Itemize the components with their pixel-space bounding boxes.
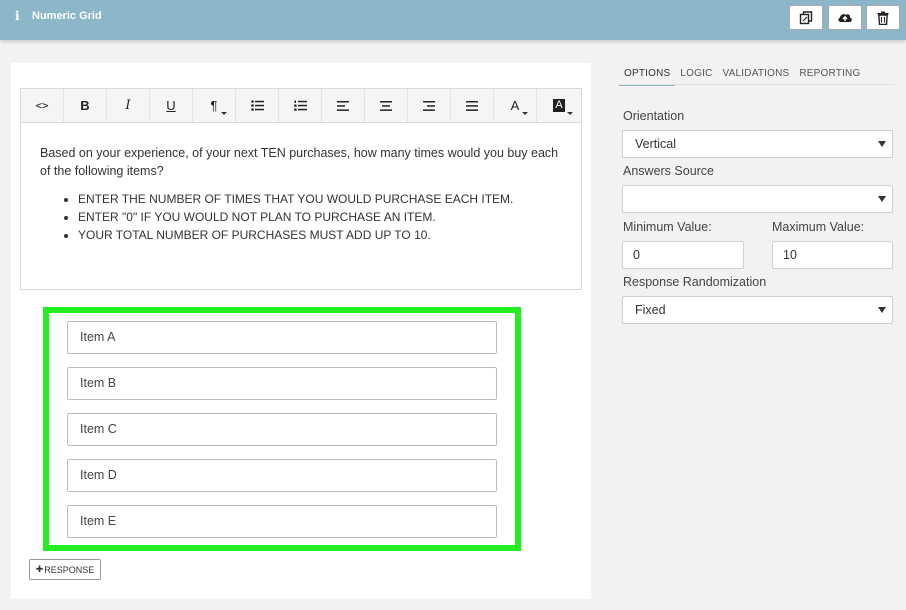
align-justify-icon xyxy=(466,100,478,111)
question-editor-panel: <> B I U ¶ A A Based on your experience,… xyxy=(11,63,591,599)
chevron-down-icon xyxy=(567,112,573,115)
italic-button[interactable]: I xyxy=(107,89,150,122)
background-color-button[interactable]: A xyxy=(537,89,581,122)
instruction-item: ENTER "0" IF YOU WOULD NOT PLAN TO PURCH… xyxy=(78,208,563,226)
align-center-icon xyxy=(380,100,392,111)
add-response-button[interactable]: ✚ RESPONSE xyxy=(29,559,101,580)
chevron-down-icon xyxy=(221,112,227,115)
response-item-e[interactable]: Item E xyxy=(67,505,497,538)
tab-logic[interactable]: LOGIC xyxy=(675,66,717,86)
numbered-list-icon xyxy=(293,100,307,111)
align-center-button[interactable] xyxy=(365,89,408,122)
top-bar: i Numeric Grid xyxy=(0,0,906,40)
minimum-value-input[interactable]: 0 xyxy=(622,241,744,269)
response-randomization-value: Fixed xyxy=(635,303,666,317)
answers-source-select[interactable] xyxy=(622,185,893,213)
font-color-icon: A xyxy=(510,98,520,113)
bullet-list-icon xyxy=(250,100,264,111)
question-text-editor[interactable]: Based on your experience, of your next T… xyxy=(20,122,582,290)
copy-icon xyxy=(799,10,813,24)
response-item-b[interactable]: Item B xyxy=(67,367,497,400)
answers-source-label: Answers Source xyxy=(623,164,715,178)
bold-button[interactable]: B xyxy=(64,89,107,122)
bold-icon: B xyxy=(80,98,90,113)
trash-icon xyxy=(877,11,889,25)
response-item-d[interactable]: Item D xyxy=(67,459,497,492)
tab-validations[interactable]: VALIDATIONS xyxy=(718,66,795,86)
maximum-value-label: Maximum Value: xyxy=(772,220,865,234)
instruction-item: ENTER THE NUMBER OF TIMES THAT YOU WOULD… xyxy=(78,190,563,208)
info-icon[interactable]: i xyxy=(15,9,21,23)
bullet-list-button[interactable] xyxy=(236,89,279,122)
dropdown-arrow-icon xyxy=(878,307,886,313)
minimum-value-label: Minimum Value: xyxy=(623,220,712,234)
align-left-button[interactable] xyxy=(322,89,365,122)
align-right-icon xyxy=(423,100,435,111)
cloud-upload-icon xyxy=(838,14,852,22)
question-text: Based on your experience, of your next T… xyxy=(40,146,559,178)
tab-reporting[interactable]: REPORTING xyxy=(794,66,865,86)
instruction-list: ENTER THE NUMBER OF TIMES THAT YOU WOULD… xyxy=(40,190,563,244)
code-icon: <> xyxy=(35,99,49,112)
settings-tabs: OPTIONS LOGIC VALIDATIONS REPORTING xyxy=(619,66,865,86)
response-randomization-label: Response Randomization xyxy=(623,275,767,289)
maximum-value-input[interactable]: 10 xyxy=(772,241,893,269)
response-item-a[interactable]: Item A xyxy=(67,321,497,354)
rich-text-toolbar: <> B I U ¶ A A xyxy=(20,88,582,123)
response-randomization-select[interactable]: Fixed xyxy=(622,296,893,324)
italic-icon: I xyxy=(125,98,131,113)
tab-divider xyxy=(619,84,895,85)
copy-button[interactable] xyxy=(789,5,823,30)
question-type-title: Numeric Grid xyxy=(32,10,102,22)
paragraph-icon: ¶ xyxy=(210,98,218,113)
numbered-list-button[interactable] xyxy=(279,89,322,122)
font-color-button[interactable]: A xyxy=(494,89,537,122)
paragraph-style-button[interactable]: ¶ xyxy=(193,89,236,122)
orientation-label: Orientation xyxy=(623,109,685,123)
instruction-item: YOUR TOTAL NUMBER OF PURCHASES MUST ADD … xyxy=(78,226,563,244)
orientation-select[interactable]: Vertical xyxy=(622,130,893,158)
add-response-label: RESPONSE xyxy=(44,564,95,575)
background-color-icon: A xyxy=(553,99,565,112)
dropdown-arrow-icon xyxy=(878,141,886,147)
dropdown-arrow-icon xyxy=(878,196,886,202)
justify-button[interactable] xyxy=(451,89,494,122)
underline-button[interactable]: U xyxy=(150,89,193,122)
underline-icon: U xyxy=(166,98,176,113)
upload-button[interactable] xyxy=(828,5,862,30)
delete-button[interactable] xyxy=(866,5,900,30)
orientation-value: Vertical xyxy=(635,137,676,151)
response-items-highlight: Item A Item B Item C Item D Item E xyxy=(43,307,521,551)
align-right-button[interactable] xyxy=(408,89,451,122)
chevron-down-icon xyxy=(522,112,528,115)
response-item-c[interactable]: Item C xyxy=(67,413,497,446)
align-left-icon xyxy=(337,100,349,111)
tab-options[interactable]: OPTIONS xyxy=(619,66,676,86)
code-view-button[interactable]: <> xyxy=(21,89,64,122)
plus-icon: ✚ xyxy=(35,564,44,574)
